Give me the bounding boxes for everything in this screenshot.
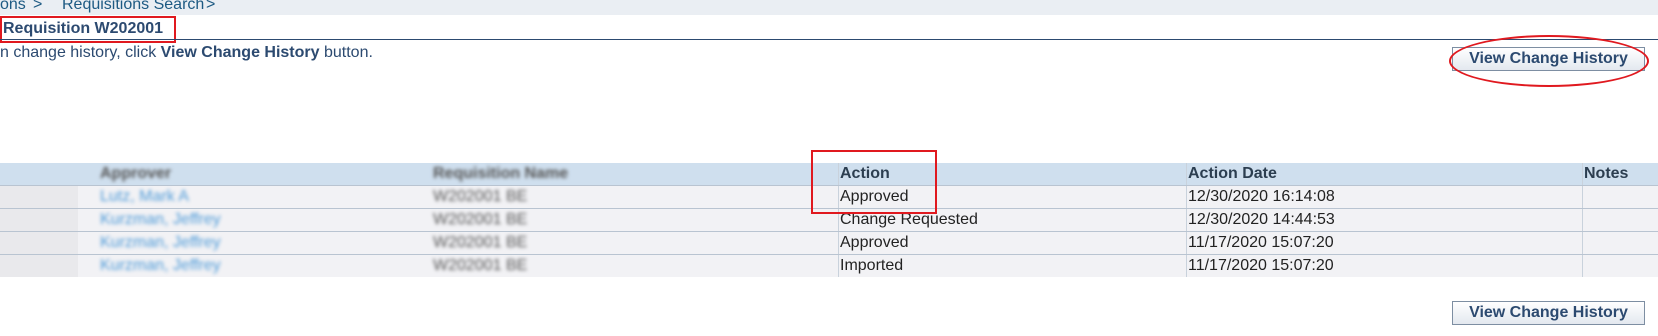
instruction-bold: View Change History: [160, 44, 320, 61]
breadcrumb-separator: >: [206, 0, 216, 13]
title-divider: [0, 39, 1658, 40]
column-divider: [1186, 163, 1187, 185]
column-header-notes: Notes: [1584, 165, 1629, 182]
column-divider: [838, 255, 839, 277]
instruction-text: n change history, click View Change Hist…: [0, 44, 373, 62]
action-date-cell: 11/17/2020 15:07:20: [1188, 257, 1334, 274]
row-left-spacer: [0, 232, 78, 254]
requisition-name-cell: W202001 BE: [433, 188, 528, 205]
column-divider: [1582, 163, 1583, 185]
column-divider: [1582, 186, 1583, 208]
row-left-spacer: [0, 209, 78, 231]
column-divider: [1582, 255, 1583, 277]
column-header-action-date: Action Date: [1188, 165, 1277, 182]
requisition-name-cell: W202001 BE: [433, 211, 528, 228]
breadcrumb-separator: >: [33, 0, 43, 13]
column-divider: [1186, 232, 1187, 254]
column-header-requisition-name: Requisition Name: [433, 165, 569, 182]
view-change-history-button-bottom[interactable]: View Change History: [1452, 301, 1645, 325]
column-header-approver: Approver: [100, 165, 172, 182]
approver-link[interactable]: Kurzman, Jeffrey: [100, 257, 221, 275]
column-divider: [1186, 186, 1187, 208]
row-left-spacer: [0, 255, 78, 277]
breadcrumb-item-requisitions[interactable]: ons: [0, 0, 26, 13]
approver-link[interactable]: Kurzman, Jeffrey: [100, 234, 221, 252]
action-date-cell: 12/30/2020 16:14:08: [1188, 188, 1335, 205]
column-divider: [1186, 209, 1187, 231]
action-date-cell: 11/17/2020 15:07:20: [1188, 234, 1334, 251]
column-divider: [1186, 255, 1187, 277]
action-column-highlight-box: [811, 150, 937, 214]
action-cell: Approved: [840, 234, 909, 251]
column-divider: [838, 232, 839, 254]
requisition-name-cell: W202001 BE: [433, 257, 528, 274]
row-left-spacer: [0, 186, 78, 208]
action-date-cell: 12/30/2020 14:44:53: [1188, 211, 1335, 228]
approver-link[interactable]: Kurzman, Jeffrey: [100, 211, 221, 229]
table-row: Kurzman, Jeffrey W202001 BE Imported 11/…: [0, 254, 1658, 277]
instruction-prefix: n change history, click: [0, 44, 161, 61]
requisition-name-cell: W202001 BE: [433, 234, 528, 251]
column-divider: [1582, 232, 1583, 254]
action-cell: Imported: [840, 257, 904, 274]
breadcrumb: ons > Requisitions Search >: [0, 0, 1658, 15]
breadcrumb-item-requisitions-search[interactable]: Requisitions Search: [62, 0, 204, 13]
header-left-spacer: [0, 163, 78, 185]
approver-link[interactable]: Lutz, Mark A: [100, 188, 189, 206]
instruction-suffix: button.: [319, 44, 373, 61]
column-divider: [1582, 209, 1583, 231]
table-row: Kurzman, Jeffrey W202001 BE Approved 11/…: [0, 231, 1658, 254]
button-highlight-ellipse: [1449, 35, 1649, 87]
